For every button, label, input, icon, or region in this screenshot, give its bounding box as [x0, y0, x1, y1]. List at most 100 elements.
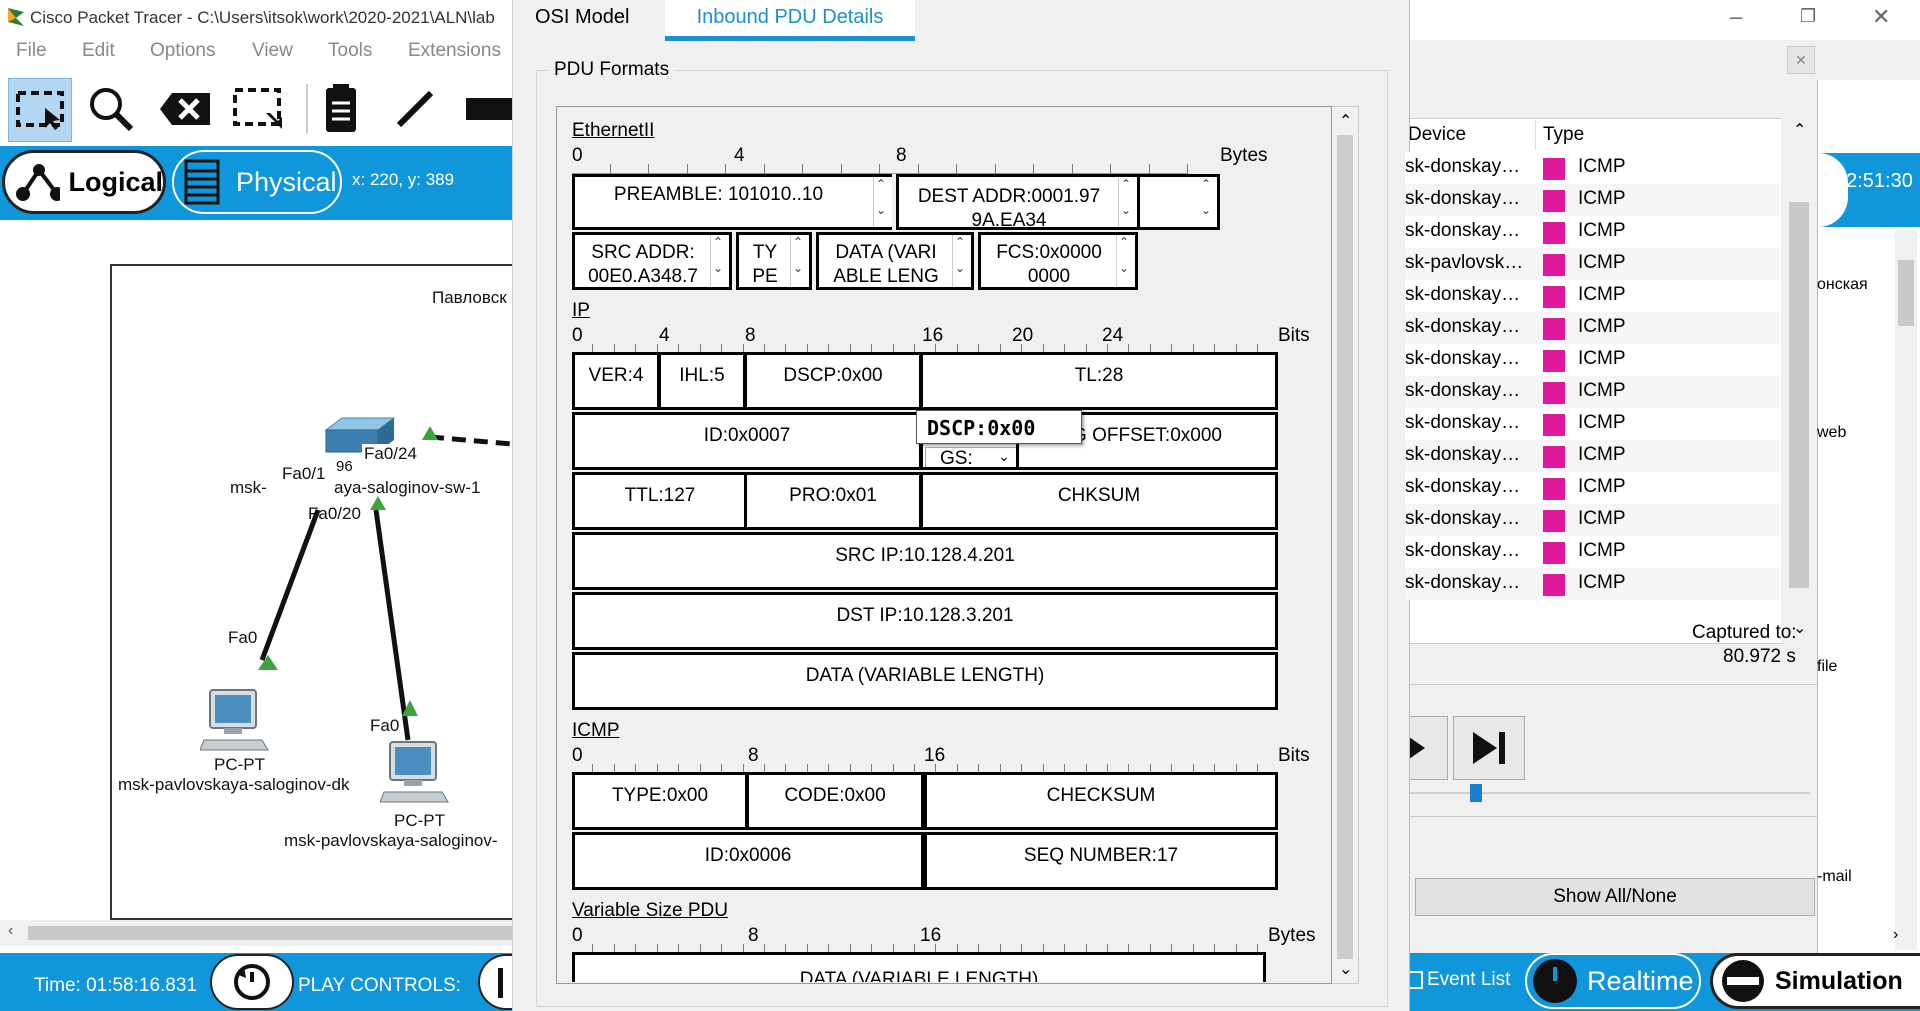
note-tool-button[interactable] [310, 78, 372, 140]
pc2-icon[interactable] [380, 740, 460, 804]
right-edge-scroll-thumb[interactable] [1898, 260, 1914, 326]
scroll-up-icon[interactable]: ⌃ [1793, 120, 1806, 140]
field-icmp-code[interactable]: CODE:0x00 [746, 772, 924, 830]
preamble-spinner[interactable]: ⌃ ⌄ [873, 177, 892, 227]
dest-addr-spinner[interactable]: ⌃ ⌄ [1118, 177, 1137, 227]
field-id[interactable]: ID:0x0007 [572, 412, 922, 470]
logical-canvas[interactable]: Павловск Fa0/24 96 Fa0/1 msk- aya-salogi… [0, 220, 532, 946]
src-addr-spinner[interactable]: ⌃ ⌄ [710, 235, 729, 287]
logical-tab[interactable]: Logical [2, 150, 166, 214]
menu-extensions[interactable]: Extensions [408, 40, 501, 62]
event-list-row[interactable]: sk-donskay… ICMP [1405, 344, 1780, 376]
playback-slider-track[interactable] [1405, 792, 1810, 794]
event-list-row[interactable]: sk-donskay… ICMP [1405, 536, 1780, 568]
field-type[interactable]: TY PE ⌃ ⌄ [736, 232, 812, 290]
capture-button[interactable] [1405, 716, 1448, 780]
canvas-hscrollbar[interactable]: ‹ [0, 920, 512, 946]
field-icmp-id[interactable]: ID:0x0006 [572, 832, 924, 890]
event-device: sk-donskay… [1405, 156, 1521, 177]
field-dscp[interactable]: DSCP:0x00 [744, 352, 922, 410]
event-list-row[interactable]: sk-donskay… ICMP [1405, 216, 1780, 248]
list-scroll-thumb[interactable] [1789, 202, 1809, 588]
icmp-color-swatch [1543, 222, 1565, 244]
close-button[interactable]: ✕ [1872, 4, 1890, 30]
physical-tab[interactable]: Physical [172, 150, 342, 214]
menu-file[interactable]: File [16, 40, 47, 62]
col-device-header[interactable]: Device [1408, 124, 1466, 146]
event-list-row[interactable]: sk-donskay… ICMP [1405, 440, 1780, 472]
flags-dropdown[interactable]: GS: ⌄ [925, 447, 1017, 467]
realtime-mode-button[interactable]: Realtime [1525, 953, 1701, 1009]
menu-options[interactable]: Options [150, 40, 215, 62]
event-list-row[interactable]: sk-donskay… ICMP [1405, 376, 1780, 408]
delete-tool-button[interactable] [154, 78, 216, 140]
field-fcs[interactable]: FCS:0x0000 0000 ⌃ ⌄ [978, 232, 1138, 290]
event-list-row[interactable]: sk-donskay… ICMP [1405, 184, 1780, 216]
right-edge-scrollbar[interactable] [1895, 230, 1917, 950]
field-dest-addr[interactable]: DEST ADDR:0001.97 9A.EA34 ⌃ ⌄ [896, 174, 1140, 230]
scroll-left-icon[interactable]: ‹ [8, 922, 13, 940]
panel-close-button[interactable]: ✕ [1787, 46, 1815, 74]
event-list-row[interactable]: sk-donskay… ICMP [1405, 504, 1780, 536]
right-scroll-right-icon[interactable]: › [1893, 926, 1898, 944]
field-tl[interactable]: TL:28 [920, 352, 1278, 410]
ruler-tick [802, 164, 803, 174]
pdu-scroll-thumb[interactable] [1337, 135, 1353, 959]
event-list-row[interactable]: sk-donskay… ICMP [1405, 152, 1780, 184]
list-vscrollbar[interactable]: ⌃ ⌄ [1781, 118, 1817, 642]
menu-tools[interactable]: Tools [328, 40, 372, 62]
pdu-vscrollbar[interactable]: ⌃ ⌄ [1332, 106, 1359, 984]
select-tool-button[interactable] [8, 78, 72, 142]
eth-data-spinner[interactable]: ⌃ ⌄ [952, 235, 971, 287]
field-ip-data[interactable]: DATA (VARIABLE LENGTH) [572, 652, 1278, 710]
event-list-row[interactable]: sk-donskay… ICMP [1405, 312, 1780, 344]
col-type-header[interactable]: Type [1543, 124, 1584, 146]
field-variable-data[interactable]: DATA (VARIABLE LENGTH) [572, 952, 1266, 982]
rectangle-tool-button[interactable] [458, 78, 512, 140]
event-list-row[interactable]: sk-donskay… ICMP [1405, 408, 1780, 440]
fcs-spinner[interactable]: ⌃ ⌄ [1116, 235, 1135, 287]
resize-tool-button[interactable] [228, 78, 290, 140]
playback-slider-thumb[interactable] [1470, 784, 1482, 802]
menu-view[interactable]: View [252, 40, 293, 62]
field-chksum[interactable]: CHKSUM [920, 472, 1278, 530]
field-dst-ip[interactable]: DST IP:10.128.3.201 [572, 592, 1278, 650]
tab-inbound-pdu-details[interactable]: Inbound PDU Details [665, 0, 915, 41]
event-list-row[interactable]: sk-donskay… ICMP [1405, 472, 1780, 504]
type-spinner[interactable]: ⌃ ⌄ [790, 235, 809, 287]
minimize-button[interactable]: – [1730, 4, 1742, 30]
field-icmp-checksum[interactable]: CHECKSUM [924, 772, 1278, 830]
field-src-addr[interactable]: SRC ADDR: 00E0.A348.7 ⌃ ⌄ [572, 232, 732, 290]
pdu-scroll-down-icon[interactable]: ⌄ [1339, 959, 1352, 979]
show-all-none-button[interactable]: Show All/None [1415, 878, 1815, 916]
field-eth-data[interactable]: DATA (VARI ABLE LENG ⌃ ⌄ [816, 232, 974, 290]
inspect-tool-button[interactable] [80, 78, 142, 140]
field-eth-extra[interactable]: ⌃ ⌄ [1140, 174, 1220, 230]
pc1-icon[interactable] [200, 688, 280, 752]
field-icmp-type[interactable]: TYPE:0x00 [572, 772, 748, 830]
field-preamble[interactable]: PREAMBLE: 101010..10 ⌃ ⌄ [572, 174, 892, 230]
play-controls-label: PLAY CONTROLS: [298, 975, 461, 996]
field-ttl[interactable]: TTL:127 [572, 472, 748, 530]
pdu-scroll-up-icon[interactable]: ⌃ [1339, 111, 1352, 131]
field-src-ip[interactable]: SRC IP:10.128.4.201 [572, 532, 1278, 590]
field-ihl[interactable]: IHL:5 [658, 352, 746, 410]
field-pro[interactable]: PRO:0x01 [744, 472, 922, 530]
hscroll-thumb[interactable] [28, 926, 512, 940]
event-list-row[interactable]: sk-pavlovsk… ICMP [1405, 248, 1780, 280]
next-step-button[interactable] [1453, 716, 1525, 780]
menu-edit[interactable]: Edit [82, 40, 115, 62]
restore-button[interactable]: ❐ [1800, 6, 1816, 27]
field-ver[interactable]: VER:4 [572, 352, 660, 410]
right-edge-item-4: -mail [1817, 868, 1852, 885]
draw-line-tool-button[interactable] [384, 78, 446, 140]
simulation-mode-button[interactable]: Simulation [1710, 953, 1920, 1009]
event-list-toggle[interactable]: Event List [1405, 969, 1510, 991]
event-list-row[interactable]: sk-donskay… ICMP [1405, 568, 1780, 600]
reset-time-button[interactable] [210, 954, 294, 1010]
field-icmp-seq[interactable]: SEQ NUMBER:17 [924, 832, 1278, 890]
tab-osi-model[interactable]: OSI Model [535, 0, 643, 36]
eth-extra-spinner[interactable]: ⌃ ⌄ [1199, 177, 1217, 227]
packet-tracer-logo-icon [8, 8, 24, 26]
event-list-row[interactable]: sk-donskay… ICMP [1405, 280, 1780, 312]
